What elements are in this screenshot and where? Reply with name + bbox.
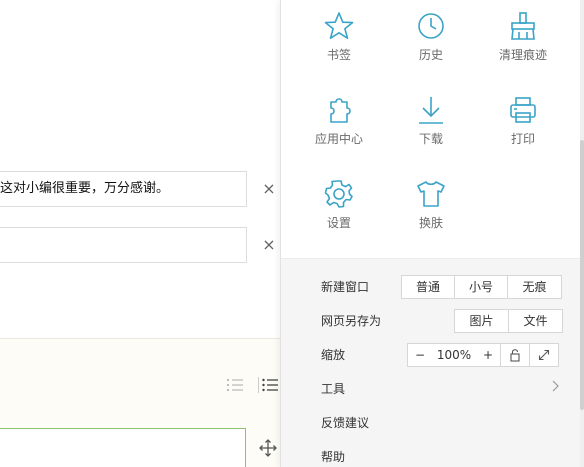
zoom-out-button[interactable]: − xyxy=(415,344,425,366)
second-text-input[interactable] xyxy=(0,227,247,263)
download-icon xyxy=(419,97,443,124)
editor-text-box[interactable] xyxy=(0,428,246,467)
clock-icon xyxy=(418,13,444,39)
zoom-controls: − 100% + xyxy=(407,343,559,367)
grid-item-clear-traces[interactable]: 清理痕迹 xyxy=(483,10,563,82)
new-window-row: 新建窗口 普通 小号 无痕 xyxy=(281,270,581,304)
grid-item-print[interactable]: 打印 xyxy=(483,94,563,166)
grid-label-print: 打印 xyxy=(510,132,535,146)
feedback-text-input[interactable]: 这对小编很重要，万分感谢。 xyxy=(0,171,247,207)
grid-label-bookmarks: 书签 xyxy=(326,48,351,62)
star-icon xyxy=(324,12,354,40)
second-input-row: × xyxy=(0,227,280,263)
browser-menu-panel: 书签 历史 清理痕迹 应用中心 下载 打印 设置 换肤 新建窗口 普通 小号 无… xyxy=(280,0,584,467)
ordered-list-icon[interactable] xyxy=(226,377,244,397)
remove-input-button[interactable]: × xyxy=(262,179,276,199)
lock-icon xyxy=(510,349,520,362)
grid-label-app-center: 应用中心 xyxy=(314,132,363,146)
grid-label-download: 下载 xyxy=(418,132,443,146)
grid-label-history: 历史 xyxy=(418,48,443,62)
zoom-row: 缩放 − 100% + xyxy=(281,338,581,372)
new-window-incognito-button[interactable]: 无痕 xyxy=(507,276,561,298)
grid-item-download[interactable]: 下载 xyxy=(391,94,471,166)
save-as-file-button[interactable]: 文件 xyxy=(508,310,562,332)
grid-label-skins: 换肤 xyxy=(418,216,443,230)
grid-item-history[interactable]: 历史 xyxy=(391,10,471,82)
remove-second-input-button[interactable]: × xyxy=(262,235,276,255)
broom-icon xyxy=(511,12,535,40)
shirt-icon xyxy=(417,181,445,207)
menu-scrollbar-thumb[interactable] xyxy=(580,140,584,410)
grid-item-app-center[interactable]: 应用中心 xyxy=(299,94,379,166)
grid-label-clear-traces: 清理痕迹 xyxy=(498,48,547,62)
printer-icon xyxy=(510,97,536,123)
feedback-row[interactable]: 反馈建议 xyxy=(281,406,581,440)
editor-area xyxy=(0,338,280,467)
chevron-right-icon xyxy=(551,380,559,396)
new-window-label: 新建窗口 xyxy=(321,280,370,294)
save-page-label: 网页另存为 xyxy=(321,314,382,328)
fullscreen-button[interactable] xyxy=(529,344,558,366)
gear-icon xyxy=(324,180,353,208)
grid-item-skins[interactable]: 换肤 xyxy=(391,178,471,250)
save-page-row: 网页另存为 图片 文件 xyxy=(281,304,581,338)
expand-icon xyxy=(538,349,550,361)
zoom-lock-button[interactable] xyxy=(500,344,529,366)
new-window-normal-button[interactable]: 普通 xyxy=(402,276,454,298)
menu-scrollbar[interactable] xyxy=(580,0,584,467)
new-window-small-button[interactable]: 小号 xyxy=(454,276,507,298)
move-handle-icon[interactable] xyxy=(258,439,278,459)
background-page: 这对小编很重要，万分感谢。 × × xyxy=(0,0,280,467)
menu-list: 新建窗口 普通 小号 无痕 网页另存为 图片 文件 缩放 − 100% + 工具… xyxy=(281,258,581,467)
help-label: 帮助 xyxy=(321,450,346,464)
grid-item-bookmarks[interactable]: 书签 xyxy=(299,10,379,82)
save-page-options: 图片 文件 xyxy=(454,309,563,333)
menu-icon-grid: 书签 历史 清理痕迹 应用中心 下载 打印 设置 换肤 xyxy=(281,0,581,258)
feedback-input-row: 这对小编很重要，万分感谢。 × xyxy=(0,171,280,207)
help-row[interactable]: 帮助 xyxy=(281,440,581,467)
zoom-in-button[interactable]: + xyxy=(483,344,493,366)
unordered-list-icon[interactable] xyxy=(258,377,278,397)
tools-label: 工具 xyxy=(321,382,346,396)
zoom-stepper: − 100% + xyxy=(408,344,500,366)
new-window-options: 普通 小号 无痕 xyxy=(401,275,562,299)
zoom-label: 缩放 xyxy=(321,348,346,362)
grid-label-settings: 设置 xyxy=(326,216,351,230)
grid-item-settings[interactable]: 设置 xyxy=(299,178,379,250)
feedback-label: 反馈建议 xyxy=(321,416,370,430)
puzzle-icon xyxy=(330,98,351,123)
save-as-image-button[interactable]: 图片 xyxy=(455,310,508,332)
tools-row[interactable]: 工具 xyxy=(281,372,581,406)
zoom-value: 100% xyxy=(436,348,472,362)
